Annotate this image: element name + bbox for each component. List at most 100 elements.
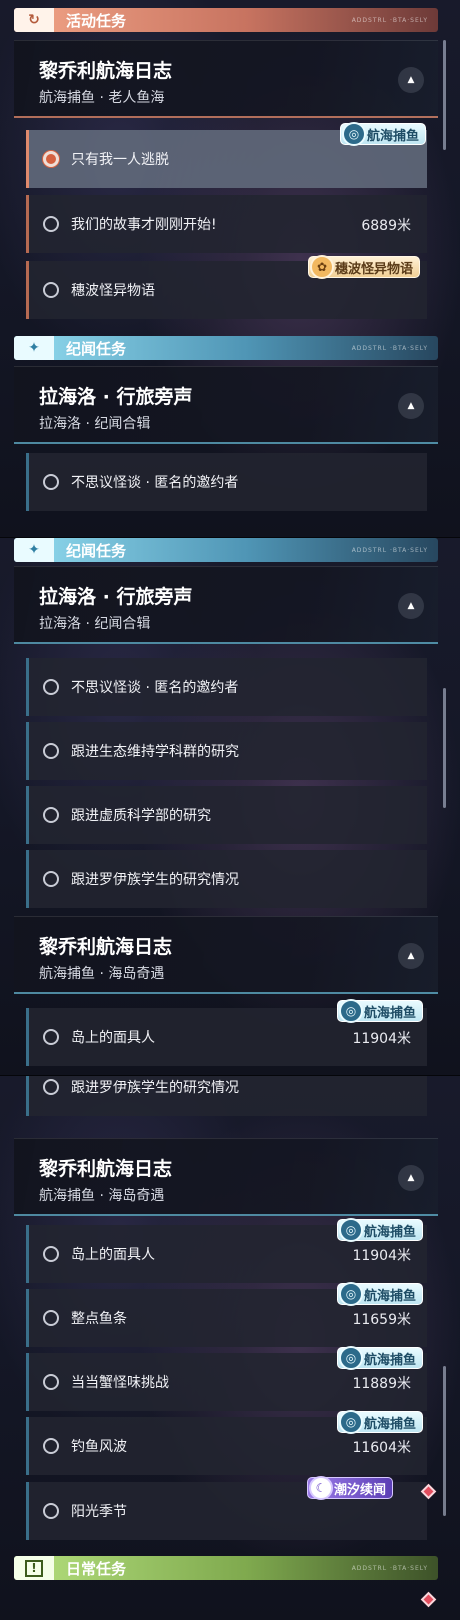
radio-icon [43,807,59,823]
fish-badge-icon: ◎ [339,999,363,1023]
group-subtitle: 航海捕鱼 · 海岛奇遇 [39,966,165,982]
quest-distance: 11604米 [352,1440,411,1456]
quest-distance: 11904米 [352,1248,411,1264]
badge-label: 航海捕鱼 [364,1416,417,1432]
collapse-toggle-icon[interactable]: ▲ [398,67,424,93]
group-title: 黎乔利航海日志 [39,936,173,958]
fishing-badge: ◎ 航海捕鱼 [337,1346,424,1370]
quest-row[interactable]: 我们的故事才刚刚开始! 6889米 [26,195,427,253]
quest-group-lijoli-log[interactable]: 黎乔利航海日志 航海捕鱼 · 海岛奇遇 ▲ [14,916,438,994]
category-lore-quests[interactable]: ✦ 纪闻任务 ADDSTRL ·BTA·SELY [14,336,438,360]
badge-label: 航海捕鱼 [364,1005,417,1021]
quest-title: 跟进罗伊族学生的研究情况 [71,1080,239,1096]
quest-row[interactable]: 跟进罗伊族学生的研究情况 [26,850,427,908]
quest-title: 岛上的面具人 [71,1247,155,1263]
fishing-badge: ◎ 航海捕鱼 [337,1282,424,1306]
radio-icon [43,1029,59,1045]
category-label: 活动任务 [66,11,127,30]
quest-panel-top: ↻ 活动任务 ADDSTRL ·BTA·SELY 黎乔利航海日志 航海捕鱼 · … [0,0,460,538]
group-subtitle: 拉海洛 · 纪闻合辑 [39,616,151,632]
quest-title: 我们的故事才刚刚开始! [71,217,217,233]
quest-title: 阳光季节 [71,1504,127,1520]
badge-label: 航海捕鱼 [364,1224,417,1240]
collapse-toggle-icon[interactable]: ▲ [398,393,424,419]
group-subtitle: 拉海洛 · 纪闻合辑 [39,416,151,432]
quest-row[interactable]: 跟进虚质科学部的研究 [26,786,427,844]
group-subtitle: 航海捕鱼 · 海岛奇遇 [39,1188,165,1204]
badge-label: 航海捕鱼 [364,1352,417,1368]
sparkle-icon: ✦ [14,538,54,562]
quest-title: 不思议怪谈 · 匿名的邀约者 [71,680,239,696]
group-title: 拉海洛 · 行旅旁声 [39,586,193,608]
category-decoration: ADDSTRL ·BTA·SELY [351,546,428,554]
radio-icon [43,282,59,298]
category-label: 日常任务 [66,1559,127,1578]
quest-row[interactable]: 不思议怪谈 · 匿名的邀约者 [26,658,427,716]
quest-distance: 11889米 [352,1376,411,1392]
fish-badge-icon: ◎ [342,122,366,146]
badge-label: 航海捕鱼 [364,1288,417,1304]
fishing-badge: ◎ 航海捕鱼 [337,999,424,1023]
quest-row[interactable]: 跟进罗伊族学生的研究情况 [26,1076,427,1116]
quest-title: 钓鱼风波 [71,1439,127,1455]
quest-title: 不思议怪谈 · 匿名的邀约者 [71,475,239,491]
group-title: 拉海洛 · 行旅旁声 [39,386,193,408]
category-label: 纪闻任务 [66,339,127,358]
collapse-toggle-icon[interactable]: ▲ [398,593,424,619]
badge-label: 航海捕鱼 [367,128,420,144]
quest-group-lahailuo[interactable]: 拉海洛 · 行旅旁声 拉海洛 · 纪闻合辑 ▲ [14,366,438,444]
radio-icon [43,216,59,232]
new-alert-diamond-icon [420,1591,437,1608]
quest-group-lijoli-log[interactable]: 黎乔利航海日志 航海捕鱼 · 海岛奇遇 ▲ [14,1138,438,1216]
category-decoration: ADDSTRL ·BTA·SELY [351,1564,428,1572]
quest-title: 跟进生态维持学科群的研究 [71,744,239,760]
quest-distance: 6889米 [361,218,411,234]
quest-panel-middle: ✦ 纪闻任务 ADDSTRL ·BTA·SELY 拉海洛 · 行旅旁声 拉海洛 … [0,538,460,1076]
radio-icon [43,1503,59,1519]
quest-distance: 11904米 [352,1031,411,1047]
category-activity-quests[interactable]: ↻ 活动任务 ADDSTRL ·BTA·SELY [14,8,438,32]
fishing-badge: ◎ 航海捕鱼 [337,1410,424,1434]
activity-icon: ↻ [14,8,54,32]
category-lore-quests[interactable]: ✦ 纪闻任务 ADDSTRL ·BTA·SELY [14,538,438,562]
quest-title: 穗波怪异物语 [71,283,155,299]
radio-icon [43,871,59,887]
radio-icon [43,743,59,759]
radio-icon [43,1310,59,1326]
badge-label: 潮汐续闻 [334,1482,387,1498]
group-title: 黎乔利航海日志 [39,60,173,82]
quest-title: 当当蟹怪味挑战 [71,1375,169,1391]
category-decoration: ADDSTRL ·BTA·SELY [351,16,428,24]
category-decoration: ADDSTRL ·BTA·SELY [351,344,428,352]
fishing-badge: ◎ 航海捕鱼 [337,1218,424,1242]
radio-icon [43,1079,59,1095]
fish-badge-icon: ◎ [339,1346,363,1370]
quest-row[interactable]: 跟进生态维持学科群的研究 [26,722,427,780]
quest-title: 整点鱼条 [71,1311,127,1327]
quest-distance: 11659米 [352,1312,411,1328]
wave-badge-icon: ✿ [310,255,334,279]
radio-icon [43,1438,59,1454]
radio-icon [43,1374,59,1390]
quest-group-lahailuo[interactable]: 拉海洛 · 行旅旁声 拉海洛 · 纪闻合辑 ▲ [14,566,438,644]
quest-title: 跟进虚质科学部的研究 [71,808,211,824]
quest-title: 只有我一人逃脱 [71,152,169,168]
badge-label: 穗波怪异物语 [335,261,414,277]
fish-badge-icon: ◎ [339,1410,363,1434]
selected-radio-icon [43,151,59,167]
category-daily-quests[interactable]: ! 日常任务 ADDSTRL ·BTA·SELY [14,1556,438,1580]
quest-row[interactable]: 不思议怪谈 · 匿名的邀约者 [26,453,427,511]
quest-title: 岛上的面具人 [71,1030,155,1046]
group-subtitle: 航海捕鱼 · 老人鱼海 [39,90,165,106]
tide-sequel-badge: ☾ 潮汐续闻 [307,1476,394,1500]
exclamation-icon: ! [14,1556,54,1580]
fishing-badge: ◎ 航海捕鱼 [340,122,427,146]
collapse-toggle-icon[interactable]: ▲ [398,943,424,969]
quest-group-lijoli-log[interactable]: 黎乔利航海日志 航海捕鱼 · 老人鱼海 ▲ [14,40,438,118]
group-title: 黎乔利航海日志 [39,1158,173,1180]
collapse-toggle-icon[interactable]: ▲ [398,1165,424,1191]
category-label: 纪闻任务 [66,541,127,560]
sparkle-icon: ✦ [14,336,54,360]
quest-title: 跟进罗伊族学生的研究情况 [71,872,239,888]
tide-badge-icon: ☾ [309,1476,333,1500]
